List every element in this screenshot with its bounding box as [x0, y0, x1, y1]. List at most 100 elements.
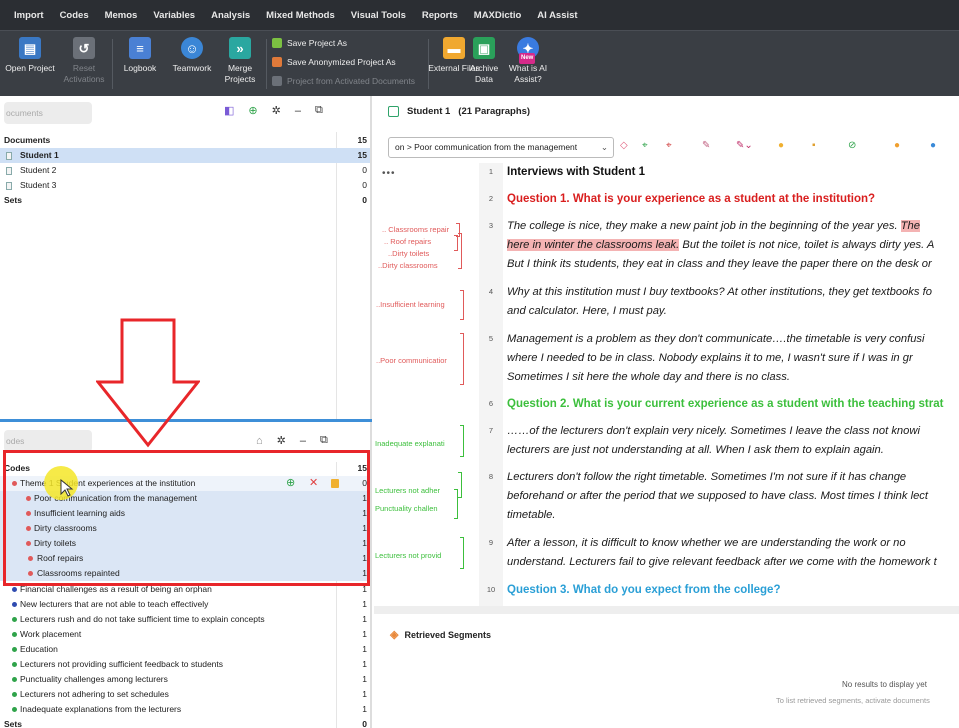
highlight-pen-icon[interactable]: ✎⌄: [736, 140, 753, 151]
paragraph-8[interactable]: Lecturers don't follow the right timetab…: [507, 468, 959, 525]
menu-analysis[interactable]: Analysis: [211, 10, 250, 21]
save-anonymized-button[interactable]: Save Anonymized Project As: [272, 57, 396, 67]
memo-icon[interactable]: ▪: [812, 140, 816, 151]
ribbon-divider: [112, 39, 113, 89]
emoticode-icon[interactable]: ✎: [702, 140, 710, 151]
document-icon: [6, 182, 12, 190]
paragraph-4[interactable]: Why at this institution must I buy textb…: [507, 283, 959, 321]
code-bracket: [460, 290, 464, 320]
paragraph-number: 8: [488, 472, 494, 481]
archive-data-icon: ▣: [473, 37, 495, 59]
documents-root[interactable]: Documents 15: [0, 133, 370, 148]
code-in-vivo-icon[interactable]: ⌖: [666, 140, 672, 151]
paragraph-6[interactable]: Question 2. What is your current experie…: [507, 395, 959, 414]
code-color-icon: [12, 677, 17, 682]
code-item-lecturers-rush[interactable]: Lecturers rush and do not take sufficien…: [0, 612, 370, 627]
code-mark-inadequate-explanations[interactable]: Inadequate explanati: [375, 439, 445, 448]
document-icon: [6, 167, 12, 175]
paragraph-10[interactable]: Question 3. What do you expect from the …: [507, 581, 959, 600]
menu-codes[interactable]: Codes: [60, 10, 89, 21]
edit-icon[interactable]: [388, 106, 399, 117]
code-item-punctuality-challenges[interactable]: Punctuality challenges among lecturers 1: [0, 672, 370, 687]
paragraph-number: 5: [488, 334, 494, 343]
more-icon[interactable]: •••: [382, 168, 396, 179]
undock-window-icon[interactable]: ⧉: [315, 104, 323, 117]
ai-assist-button[interactable]: ✦ New What is AI Assist?: [502, 35, 554, 95]
document-item-student-1[interactable]: Student 1 15: [0, 148, 370, 163]
code-mark-classrooms-repair[interactable]: .. Classrooms repair: [382, 225, 449, 234]
menu-memos[interactable]: Memos: [105, 10, 138, 21]
menu-maxdictio[interactable]: MAXDictio: [474, 10, 522, 21]
code-icon[interactable]: ◇: [620, 140, 628, 151]
paragraph-number: 4: [488, 287, 494, 296]
menu-reports[interactable]: Reports: [422, 10, 458, 21]
link-icon[interactable]: ⊘: [848, 140, 856, 151]
paragraph-9[interactable]: After a lesson, it is difficult to know …: [507, 534, 959, 572]
code-mark-lecturers-not-providing[interactable]: Lecturers not provid: [375, 551, 441, 560]
code-mark-poor-communication[interactable]: ..Poor communicatior: [376, 356, 447, 365]
documents-icon[interactable]: ◧: [224, 104, 234, 117]
document-item-student-3[interactable]: Student 3 0: [0, 178, 370, 193]
code-mark-dirty-classrooms[interactable]: ..Dirty classrooms: [378, 261, 438, 270]
code-color-icon: [12, 647, 17, 652]
reset-activations-button[interactable]: ↺ Reset Activations: [58, 35, 110, 95]
menu-variables[interactable]: Variables: [153, 10, 195, 21]
documents-toolbar: ◧ ⊕ ✲ – ⧉: [210, 104, 323, 117]
code-item-inadequate-explanations[interactable]: Inadequate explanations from the lecture…: [0, 702, 370, 717]
minimize-icon[interactable]: –: [295, 105, 301, 117]
undock-window-icon[interactable]: ⧉: [320, 434, 328, 447]
teamwork-button[interactable]: ☺ Teamwork: [166, 35, 218, 95]
code-item-lecturers-no-feedback[interactable]: Lecturers not providing sufficient feedb…: [0, 657, 370, 672]
archive-data-button[interactable]: ▣ Archive Data: [462, 35, 506, 95]
reset-activations-icon: ↺: [73, 37, 95, 59]
code-bracket: [458, 233, 462, 269]
document-item-student-2[interactable]: Student 2 0: [0, 163, 370, 178]
code-selector-dropdown[interactable]: on > Poor communication from the managem…: [388, 137, 614, 158]
code-color-icon: [12, 617, 17, 622]
code-with-new-code-icon[interactable]: ⌖: [642, 140, 648, 151]
open-project-button[interactable]: ▤ Open Project: [4, 35, 56, 95]
code-system-icon[interactable]: ⌂: [256, 435, 263, 447]
code-mark-dirty-toilets[interactable]: ..Dirty toilets: [388, 249, 429, 258]
ribbon-toolbar: ▤ Open Project ↺ Reset Activations ≡ Log…: [0, 30, 959, 96]
document-icon: [6, 152, 12, 160]
logbook-button[interactable]: ≡ Logbook: [114, 35, 166, 95]
smiley-icon[interactable]: ●: [778, 140, 784, 151]
document-text-area[interactable]: ••• .. Classrooms repair .. Roof repairs…: [374, 163, 959, 606]
document-sets[interactable]: Sets 0: [0, 193, 370, 208]
menu-ai-assist[interactable]: AI Assist: [537, 10, 577, 21]
annotation-down-arrow-icon: [96, 318, 200, 448]
paragraph-2[interactable]: Question 1. What is your experience as a…: [507, 190, 959, 209]
codes-search-input[interactable]: odes: [4, 430, 92, 452]
paragraph-1[interactable]: Interviews with Student 1: [507, 163, 959, 182]
code-mark-lecturers-not-adhering[interactable]: Lecturers not adher: [375, 486, 440, 495]
add-document-icon[interactable]: ⊕: [248, 104, 257, 117]
menu-mixed-methods[interactable]: Mixed Methods: [266, 10, 335, 21]
settings-gear-icon[interactable]: ✲: [277, 434, 286, 447]
code-mark-roof-repairs[interactable]: .. Roof repairs: [384, 237, 431, 246]
paragraph-number: 9: [488, 538, 494, 547]
paragraph-5[interactable]: Management is a problem as they don't co…: [507, 330, 959, 387]
documents-search-input[interactable]: ocuments: [4, 102, 92, 124]
comment-icon[interactable]: ●: [894, 140, 900, 151]
code-mark-punctuality[interactable]: Punctuality challen: [375, 504, 438, 513]
code-item-education[interactable]: Education 1: [0, 642, 370, 657]
code-sets[interactable]: Sets 0: [0, 717, 370, 728]
document-browser: Student 1 (21 Paragraphs) on > Poor comm…: [374, 96, 959, 728]
code-mark-insufficient-learning[interactable]: ..Insufficient learning: [376, 300, 445, 309]
merge-projects-button[interactable]: » Merge Projects: [214, 35, 266, 95]
project-from-activated-button[interactable]: Project from Activated Documents: [272, 76, 415, 86]
minimize-icon[interactable]: –: [300, 435, 306, 447]
menu-visual-tools[interactable]: Visual Tools: [351, 10, 406, 21]
document-title: Student 1 (21 Paragraphs): [388, 106, 530, 117]
settings-gear-icon[interactable]: ✲: [272, 104, 281, 117]
add-circle-icon[interactable]: ●: [930, 140, 936, 151]
save-project-as-button[interactable]: Save Project As: [272, 38, 347, 48]
menu-import[interactable]: Import: [14, 10, 44, 21]
code-item-lecturers-not-adhering[interactable]: Lecturers not adhering to set schedules …: [0, 687, 370, 702]
code-item-work-placement[interactable]: Work placement 1: [0, 627, 370, 642]
paragraph-7[interactable]: ……of the lecturers don't explain very ni…: [507, 422, 959, 460]
retrieved-segments-panel: ◈ Retrieved Segments No results to displ…: [374, 606, 959, 728]
paragraph-3[interactable]: The college is nice, they make a new pai…: [507, 217, 959, 274]
code-item-new-lecturers[interactable]: New lecturers that are not able to teach…: [0, 597, 370, 612]
